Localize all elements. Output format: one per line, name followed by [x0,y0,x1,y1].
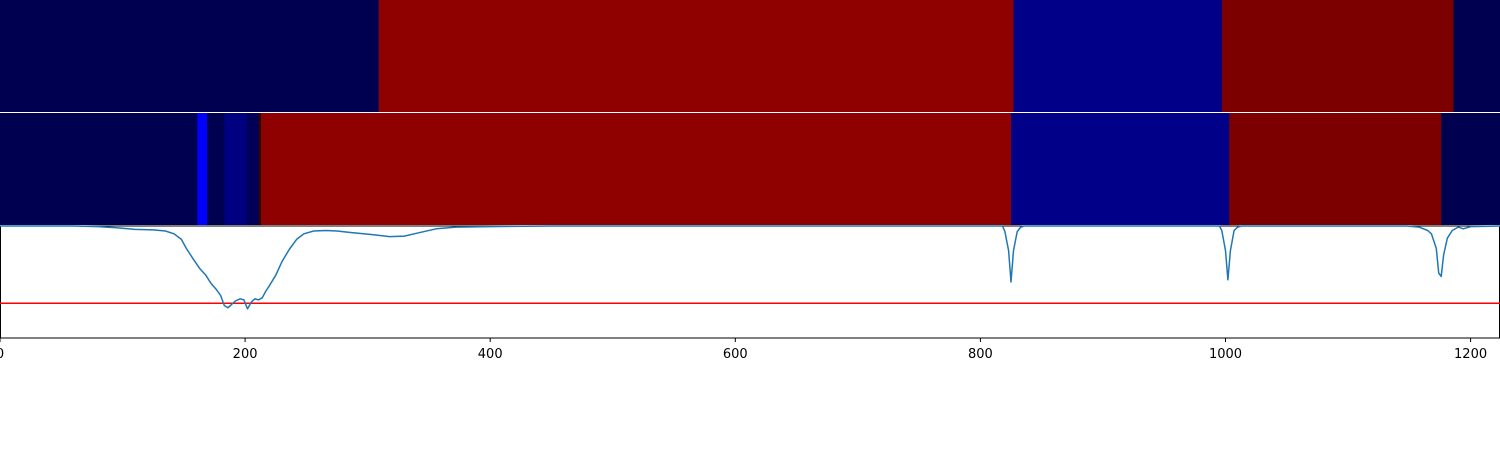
x-tick-label-0: 0 [0,347,4,362]
heatmap-segment-6 [261,113,1012,225]
heatmap-segment-2 [207,113,225,225]
heatmap-segment-7 [1011,113,1230,225]
figure: 0 200 400 600 800 1000 1200 [0,0,1500,450]
heatmap-segment-0 [0,113,198,225]
heatmap-segment-2 [1013,0,1223,112]
heatmap-segment-9 [1441,113,1500,225]
heatmap-segment-3 [1221,0,1454,112]
heatmap-segment-0 [0,0,380,112]
plot-frame [0,225,1500,339]
x-tick-label-600: 600 [723,347,748,362]
x-tick-label-200: 200 [233,347,258,362]
heatmap-segment-8 [1229,113,1442,225]
heatmap-segment-1 [378,0,1014,112]
x-tick-label-800: 800 [968,347,993,362]
x-tick-label-1200: 1200 [1454,347,1487,362]
heatmap-segment-4 [246,113,260,225]
x-tick-label-1000: 1000 [1209,347,1242,362]
heatmap-segment-3 [224,113,247,225]
x-tick-label-400: 400 [478,347,503,362]
top-heatmap-strip [0,0,1500,112]
line-plot [0,225,1500,339]
heatmap-segment-1 [197,113,208,225]
heatmap-segment-4 [1453,0,1500,112]
middle-heatmap-strip [0,113,1500,225]
